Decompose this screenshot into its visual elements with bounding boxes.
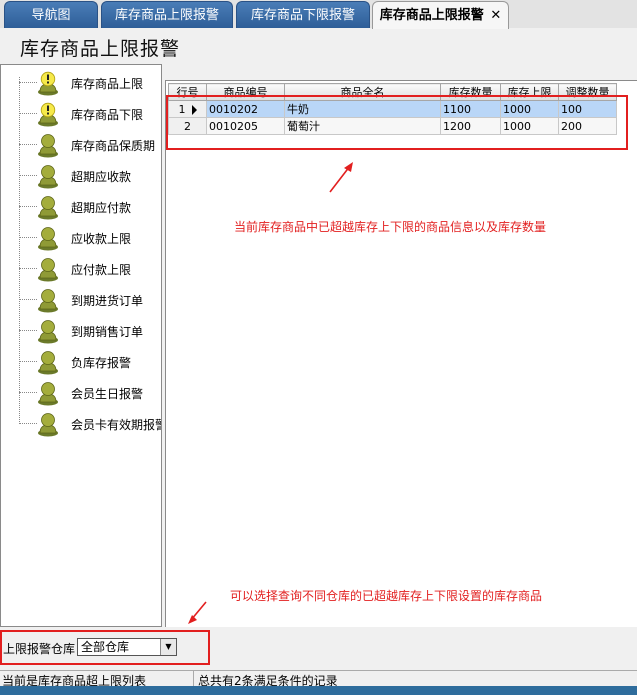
tree-item-label: 库存商品下限 xyxy=(71,108,144,122)
annotation-arrow-icon xyxy=(188,601,207,624)
tree-item[interactable]: 超期应付款 xyxy=(1,191,161,222)
warehouse-select[interactable]: 全部仓库 ▼ xyxy=(77,638,177,656)
tree-item-label: 到期进货订单 xyxy=(71,294,144,308)
person-icon xyxy=(38,413,58,437)
warehouse-filter-label: 上限报警仓库 xyxy=(3,642,76,656)
tree-item[interactable]: 会员生日报警 xyxy=(1,377,161,408)
filter-annotation-note: 可以选择查询不同仓库的已超越库存上下限设置的库存商品 xyxy=(230,589,543,603)
annotation-arrow-icon xyxy=(329,162,353,193)
page-title: 库存商品上限报警 xyxy=(20,38,181,60)
grid-annotation-note: 当前库存商品中已超越库存上下限的商品信息以及库存数量 xyxy=(234,220,547,234)
tree-item-label: 库存商品上限 xyxy=(71,77,144,91)
tab-bar: 导航图 库存商品上限报警 库存商品下限报警 库存商品上限报警 ✕ xyxy=(0,0,637,29)
status-divider xyxy=(193,671,194,687)
person-icon xyxy=(38,196,58,220)
tree-item-label: 负库存报警 xyxy=(71,356,132,370)
tree-item-label: 库存商品保质期 xyxy=(71,139,156,153)
tree-item-label: 到期销售订单 xyxy=(71,325,144,339)
tab-label: 导航图 xyxy=(31,8,71,23)
tree-item[interactable]: 到期进货订单 xyxy=(1,284,161,315)
tree-item[interactable]: 到期销售订单 xyxy=(1,315,161,346)
grid-highlight-box xyxy=(166,95,628,150)
tree-item-label: 应收款上限 xyxy=(71,232,132,246)
person-icon xyxy=(38,320,58,344)
warning-person-icon xyxy=(38,71,58,96)
tree-item[interactable]: 库存商品保质期 xyxy=(1,129,161,160)
alert-tree: 库存商品上限 库存商品下限 库存商品保质期 超期应收款超期应付款应收款上限应付款上限到… xyxy=(0,64,162,627)
chevron-down-icon[interactable]: ▼ xyxy=(160,639,176,655)
person-icon xyxy=(38,382,58,406)
tab-stock-upper-limit-active[interactable]: 库存商品上限报警 ✕ xyxy=(372,1,509,29)
close-icon[interactable]: ✕ xyxy=(490,8,501,23)
tree-item[interactable]: 负库存报警 xyxy=(1,346,161,377)
grid-panel: 行号 商品编号 商品全名 库存数量 库存上限 调整数量 1 0010202 牛奶… xyxy=(165,80,637,627)
tree-item-label: 超期应付款 xyxy=(71,201,132,215)
person-icon xyxy=(38,289,58,313)
window-bottom-strip xyxy=(0,686,637,695)
tree-item[interactable]: 库存商品上限 xyxy=(1,67,161,98)
status-bar: 当前是库存商品超上限列表 总共有2条满足条件的记录 xyxy=(0,670,637,688)
person-icon xyxy=(38,351,58,375)
tree-item-label: 会员卡有效期报警 xyxy=(71,418,162,432)
tree-item-label: 应付款上限 xyxy=(71,263,132,277)
tab-label: 库存商品下限报警 xyxy=(250,8,355,23)
tree-item[interactable]: 应收款上限 xyxy=(1,222,161,253)
warehouse-select-value: 全部仓库 xyxy=(81,640,130,654)
tab-stock-lower-limit[interactable]: 库存商品下限报警 xyxy=(236,1,370,28)
tree-item[interactable]: 库存商品下限 xyxy=(1,98,161,129)
tab-navigation[interactable]: 导航图 xyxy=(4,1,98,28)
person-icon xyxy=(38,258,58,282)
tree-item-label: 超期应收款 xyxy=(71,170,132,184)
person-icon xyxy=(38,134,58,158)
person-icon xyxy=(38,165,58,189)
tab-label: 库存商品上限报警 xyxy=(379,8,484,23)
tab-label: 库存商品上限报警 xyxy=(114,8,219,23)
tree-item[interactable]: 超期应收款 xyxy=(1,160,161,191)
tree-item[interactable]: 应付款上限 xyxy=(1,253,161,284)
tree-item-label: 会员生日报警 xyxy=(71,387,144,401)
warning-person-icon xyxy=(38,102,58,127)
tab-stock-upper-limit[interactable]: 库存商品上限报警 xyxy=(101,1,233,28)
tree-item[interactable]: 会员卡有效期报警 xyxy=(1,408,161,439)
person-icon xyxy=(38,227,58,251)
